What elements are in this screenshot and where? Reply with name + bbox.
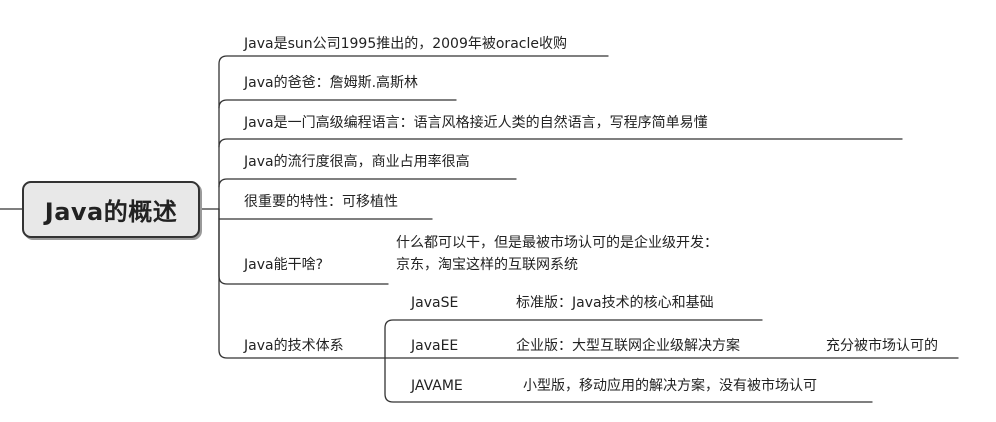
can-do-detail-line1: 什么都可以干，但是最被市场认可的是企业级开发：: [396, 235, 718, 251]
tech-javase-desc: 标准版：Java技术的核心和基础: [516, 295, 714, 311]
branch-popularity[interactable]: Java的流行度很高，商业占用率很高: [244, 153, 470, 171]
branch-portability[interactable]: 很重要的特性：可移植性: [244, 193, 398, 211]
branch-can-do[interactable]: Java能干啥?: [244, 256, 323, 274]
central-topic[interactable]: Java的概述: [22, 181, 200, 238]
branch-underline-4: [218, 178, 517, 188]
branch-language[interactable]: Java是一门高级编程语言：语言风格接近人类的自然语言，写程序简单易懂: [244, 114, 708, 132]
tech-javaee-note: 充分被市场认可的: [826, 338, 938, 354]
branch-tech-system[interactable]: Java的技术体系: [244, 337, 344, 355]
tech-javase-name[interactable]: JavaSE: [411, 294, 458, 312]
mind-map: Java的概述 Java是sun公司1995推出的，2009年被oracle收购…: [0, 0, 996, 422]
branch-underline-2: [218, 99, 457, 109]
tech-javame-desc: 小型版，移动应用的解决方案，没有被市场认可: [523, 378, 817, 394]
can-do-detail-line2: 京东，淘宝这样的互联网系统: [396, 257, 578, 273]
branch-father[interactable]: Java的爸爸：詹姆斯.高斯林: [244, 74, 418, 92]
branch-history[interactable]: Java是sun公司1995推出的，2009年被oracle收购: [244, 35, 567, 53]
tech-javaee-name[interactable]: JavaEE: [411, 337, 458, 355]
tech-javaee-desc: 企业版：大型互联网企业级解决方案: [516, 338, 740, 354]
branch-underline-3: [218, 138, 903, 148]
tech-javame-name[interactable]: JAVAME: [411, 377, 463, 395]
